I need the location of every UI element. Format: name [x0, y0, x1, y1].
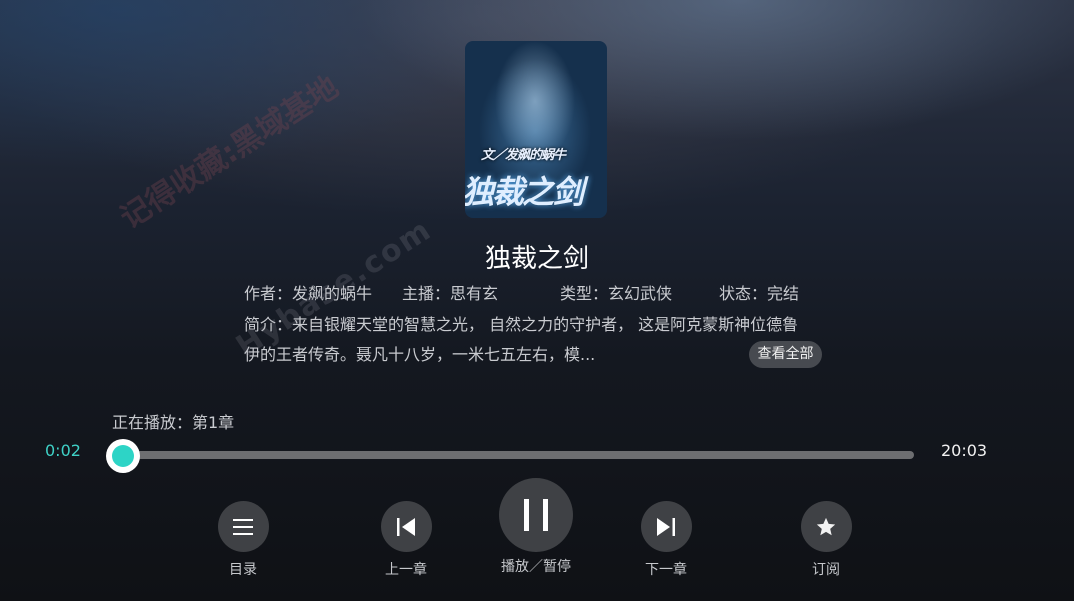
- watermark-text: 记得收藏:黑域基地: [114, 69, 345, 237]
- progress-track[interactable]: [122, 451, 914, 459]
- genre-label: 类型：玄幻武侠: [560, 284, 673, 303]
- total-time: 20:03: [941, 441, 988, 460]
- status-label: 状态：完结: [719, 284, 800, 303]
- previous-chapter-control[interactable]: 上一章: [366, 501, 446, 579]
- play-pause-control[interactable]: 播放／暂停: [486, 478, 586, 576]
- next-chapter-button[interactable]: [640, 501, 692, 552]
- play-pause-button[interactable]: [499, 478, 573, 552]
- cover-author-text: 文／发飙的蜗牛: [481, 148, 566, 163]
- narrator-label: 主播：思有玄: [402, 284, 499, 303]
- catalog-control[interactable]: 目录: [203, 501, 283, 579]
- subscribe-button[interactable]: [800, 501, 852, 552]
- book-title: 独裁之剑: [484, 244, 589, 274]
- progress-slider-thumb[interactable]: [106, 439, 141, 473]
- description-line-1: 简介：来自银耀天堂的智慧之光， 自然之力的守护者， 这是阿克蒙斯神位德鲁: [244, 315, 799, 334]
- previous-chapter-button[interactable]: [380, 501, 432, 552]
- menu-icon: [233, 518, 253, 535]
- pause-icon: [524, 499, 548, 531]
- play-pause-label: 播放／暂停: [501, 559, 571, 575]
- cover-title-text: 独裁之剑: [465, 173, 584, 211]
- catalog-label: 目录: [229, 562, 257, 578]
- subscribe-label: 订阅: [812, 562, 840, 578]
- previous-chapter-label: 上一章: [385, 562, 427, 578]
- star-icon: [816, 517, 836, 535]
- next-chapter-control[interactable]: 下一章: [626, 501, 706, 579]
- subscribe-control[interactable]: 订阅: [786, 501, 866, 579]
- current-time: 0:02: [45, 441, 81, 460]
- skip-next-icon: [657, 517, 675, 536]
- now-playing-label: 正在播放：第1章: [112, 413, 235, 432]
- book-cover: 文／发飙的蜗牛 独裁之剑: [465, 41, 607, 218]
- next-chapter-label: 下一章: [645, 562, 687, 578]
- progress-slider-thumb-fill: [112, 445, 135, 467]
- skip-previous-icon: [397, 517, 415, 536]
- catalog-button[interactable]: [217, 501, 269, 552]
- view-all-button[interactable]: 查看全部: [749, 341, 822, 368]
